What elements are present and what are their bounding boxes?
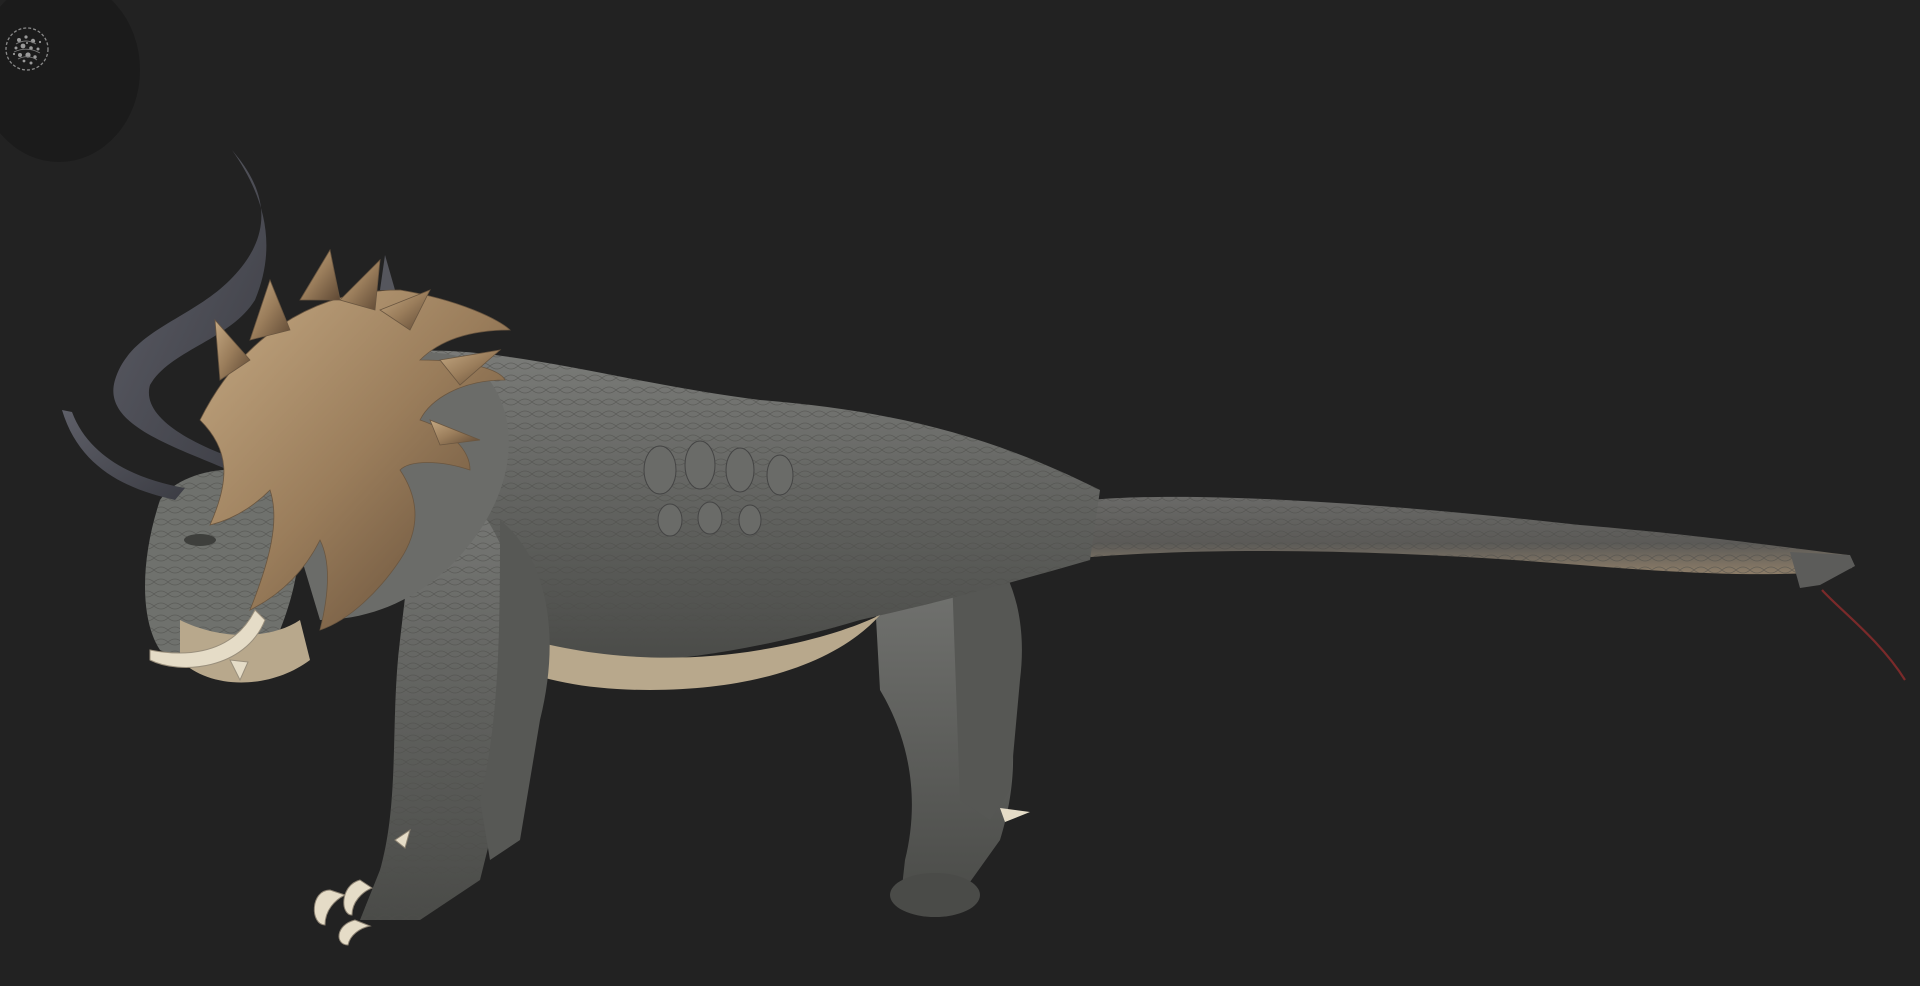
creature-model[interactable] — [0, 0, 1920, 986]
creature-eye — [184, 534, 216, 546]
tail-tongue — [1821, 589, 1906, 681]
3d-viewport[interactable] — [0, 0, 1920, 986]
hind-foot — [890, 873, 980, 917]
horn-back — [380, 255, 395, 290]
hind-claw — [1000, 808, 1030, 822]
tail-snake-head — [1790, 552, 1855, 588]
